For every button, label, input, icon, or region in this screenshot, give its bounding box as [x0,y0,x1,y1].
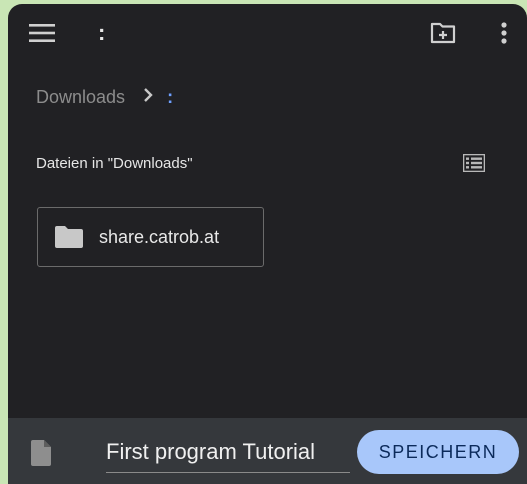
more-vert-icon[interactable] [493,18,515,48]
create-new-folder-icon[interactable] [426,18,460,48]
toolbar-title: : [98,20,106,45]
folder-icon [55,225,83,249]
section-header: Dateien in "Downloads" [36,155,193,172]
list-view-icon[interactable] [460,150,488,176]
breadcrumb-item-current[interactable]: : [167,87,173,108]
top-app-bar: : [8,4,527,62]
file-picker-window: : Downloads : Dateien in "Downloads" sha… [8,4,527,484]
breadcrumb-item-downloads[interactable]: Downloads [36,87,125,108]
folder-item[interactable]: share.catrob.at [37,207,264,267]
folder-name: share.catrob.at [99,226,220,247]
bottom-save-bar: SPEICHERN [8,418,527,484]
filename-input[interactable] [106,432,350,473]
chevron-right-icon [143,87,153,107]
breadcrumb: Downloads : [36,82,173,112]
file-icon [28,438,54,468]
save-button[interactable]: SPEICHERN [357,430,519,474]
menu-icon[interactable] [26,18,58,48]
